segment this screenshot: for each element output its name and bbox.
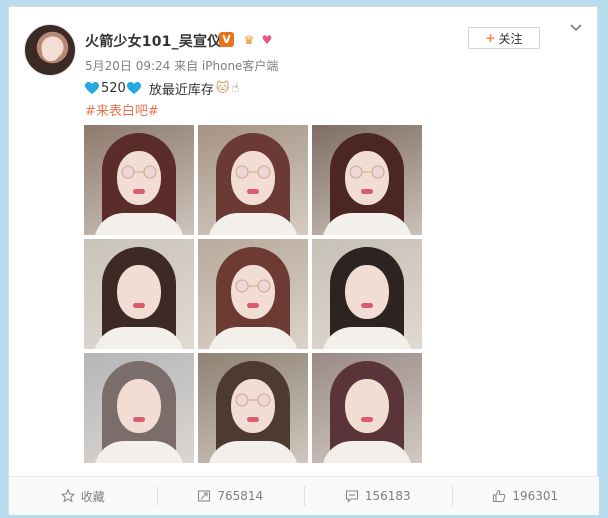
photo-lips bbox=[247, 303, 259, 308]
comment-count: 156183 bbox=[364, 489, 411, 503]
photo-face bbox=[345, 265, 389, 319]
photo-lips bbox=[361, 417, 373, 422]
photo-face bbox=[345, 379, 389, 433]
crown-badge-icon[interactable]: ♛ bbox=[241, 32, 257, 48]
comment-button[interactable]: 156183 bbox=[304, 477, 452, 515]
plus-icon: + bbox=[485, 31, 496, 45]
favorite-button[interactable]: 收藏 bbox=[9, 477, 157, 515]
blue-heart-icon bbox=[85, 82, 99, 95]
weibo-post-card: 火箭少女101_吴宣仪 V ♛ ♥ 5月20日 09:24 来自 iPhone客… bbox=[8, 6, 599, 515]
photo-lips bbox=[247, 417, 259, 422]
forward-button[interactable]: 765814 bbox=[156, 477, 305, 515]
thumbs-up-icon bbox=[493, 489, 506, 503]
photo-thumbnail[interactable] bbox=[312, 125, 422, 235]
hashtag-link[interactable]: #来表白吧# bbox=[85, 100, 159, 119]
photo-face bbox=[117, 379, 161, 433]
post-text: 520 放最近库存 🐱 ☝ bbox=[85, 79, 239, 98]
heart-badge-icon[interactable]: ♥ bbox=[259, 32, 275, 48]
photo-thumbnail[interactable] bbox=[84, 239, 194, 349]
comment-icon bbox=[345, 490, 358, 503]
photo-thumbnail[interactable] bbox=[84, 125, 194, 235]
glasses-icon bbox=[121, 165, 157, 179]
photo-thumbnail[interactable] bbox=[198, 239, 308, 349]
favorite-label: 收藏 bbox=[80, 489, 105, 504]
photo-grid bbox=[84, 125, 422, 463]
photo-lips bbox=[247, 189, 259, 194]
photo-lips bbox=[361, 303, 373, 308]
user-avatar[interactable] bbox=[24, 24, 76, 76]
glasses-icon bbox=[235, 393, 271, 407]
action-bar: 收藏 765814 156183 196301 bbox=[9, 476, 599, 515]
photo-thumbnail[interactable] bbox=[84, 353, 194, 463]
post-body: 放最近库存 bbox=[148, 83, 214, 98]
follow-label: 关注 bbox=[498, 31, 523, 46]
avatar-face bbox=[42, 39, 60, 61]
blue-heart-icon bbox=[126, 82, 141, 95]
post-number: 520 bbox=[101, 81, 126, 96]
photo-thumbnail[interactable] bbox=[198, 125, 308, 235]
forward-icon bbox=[198, 490, 211, 502]
like-count: 196301 bbox=[512, 489, 559, 503]
photo-lips bbox=[133, 303, 145, 308]
photo-lips bbox=[361, 189, 373, 194]
forward-count: 765814 bbox=[217, 489, 264, 503]
post-meta[interactable]: 5月20日 09:24 来自 iPhone客户端 bbox=[85, 57, 278, 74]
chevron-down-icon[interactable] bbox=[569, 21, 583, 35]
photo-thumbnail[interactable] bbox=[312, 353, 422, 463]
photo-lips bbox=[133, 417, 145, 422]
hand-emoji-icon: ☝ bbox=[231, 81, 240, 96]
photo-thumbnail[interactable] bbox=[312, 239, 422, 349]
photo-face bbox=[117, 265, 161, 319]
glasses-icon bbox=[349, 165, 385, 179]
glasses-icon bbox=[235, 279, 271, 293]
star-icon bbox=[60, 489, 75, 503]
verified-badge-icon[interactable]: V bbox=[219, 32, 234, 47]
photo-lips bbox=[133, 189, 145, 194]
follow-button[interactable]: + 关注 bbox=[468, 27, 540, 49]
photo-thumbnail[interactable] bbox=[198, 353, 308, 463]
like-button[interactable]: 196301 bbox=[451, 477, 600, 515]
user-name[interactable]: 火箭少女101_吴宣仪 bbox=[85, 31, 221, 51]
cat-emoji-icon: 🐱 bbox=[215, 81, 230, 96]
glasses-icon bbox=[235, 165, 271, 179]
